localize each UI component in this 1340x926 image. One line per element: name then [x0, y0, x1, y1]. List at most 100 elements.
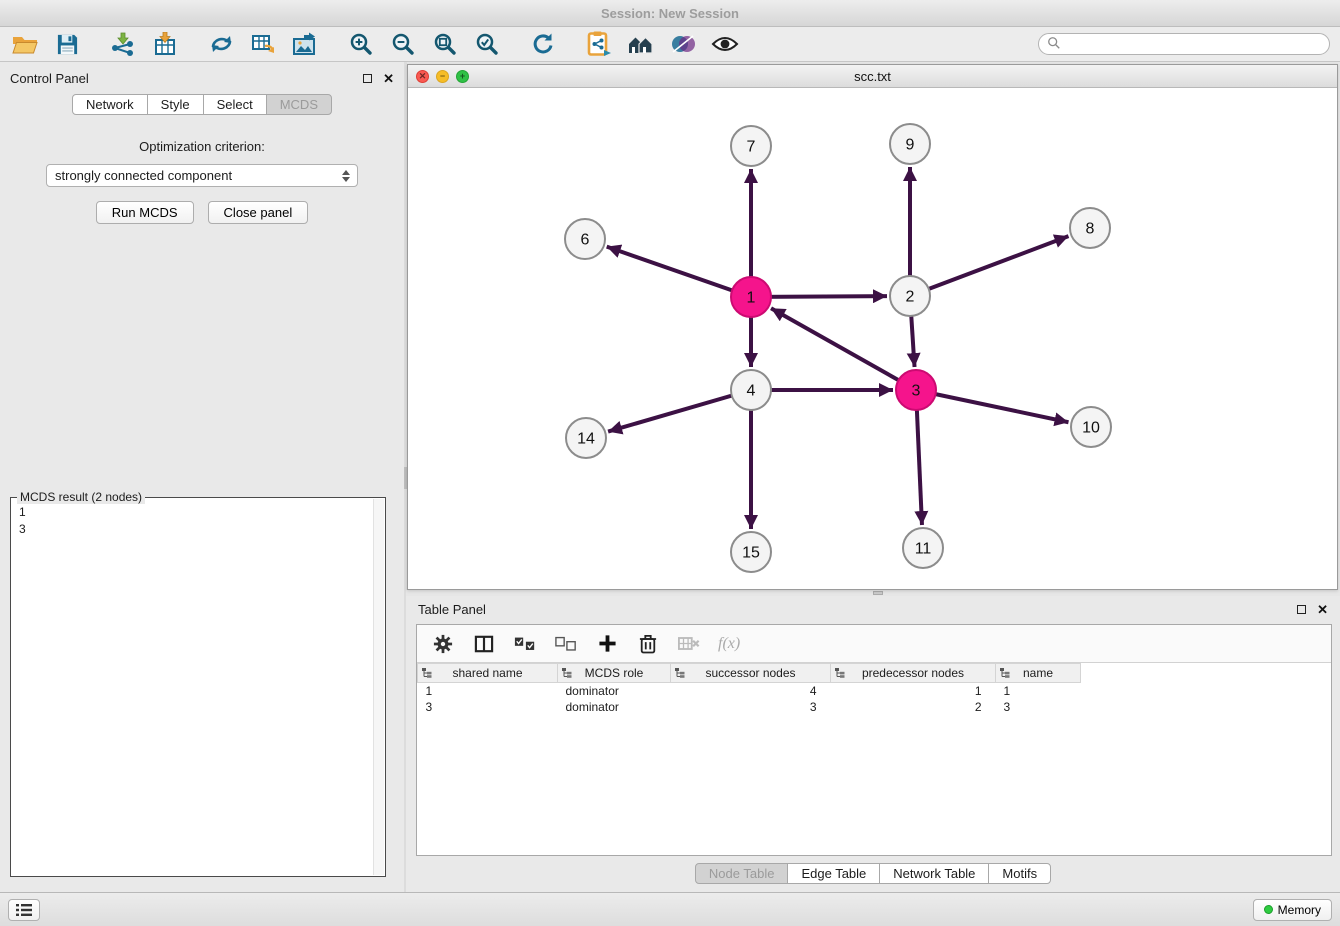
node-15[interactable]: 15 [731, 532, 771, 572]
deselect-all-icon[interactable] [554, 632, 578, 656]
home-icon[interactable] [626, 30, 656, 58]
memory-button[interactable]: Memory [1253, 899, 1332, 921]
tab-edge-table[interactable]: Edge Table [787, 863, 880, 884]
edge-4-14[interactable] [608, 390, 751, 432]
function-builder-icon[interactable]: f(x) [718, 635, 740, 653]
column-header-successor-nodes[interactable]: successor nodes [671, 664, 831, 683]
zoom-fit-icon[interactable] [430, 30, 460, 58]
mcds-result-list: 1 3 [11, 498, 385, 544]
cell-shared-name[interactable]: 3 [418, 699, 558, 715]
tab-node-table[interactable]: Node Table [695, 863, 789, 884]
open-folder-icon[interactable] [10, 30, 40, 58]
tab-style[interactable]: Style [147, 94, 204, 115]
delete-icon[interactable] [636, 632, 660, 656]
tab-mcds[interactable]: MCDS [266, 94, 332, 115]
search-icon [1047, 36, 1061, 53]
cell-successor-nodes[interactable]: 3 [671, 699, 831, 715]
minimize-window-icon[interactable]: − [436, 70, 449, 83]
style-icon[interactable] [668, 30, 698, 58]
run-mcds-button[interactable]: Run MCDS [96, 201, 194, 224]
cell-name[interactable]: 1 [996, 683, 1081, 699]
search-input[interactable] [1066, 37, 1321, 51]
task-history-button[interactable] [8, 899, 40, 921]
clipboard-icon[interactable] [584, 30, 614, 58]
result-line[interactable]: 1 [19, 504, 377, 521]
zoom-window-icon[interactable]: + [456, 70, 469, 83]
svg-text:9: 9 [906, 137, 915, 154]
node-table-container: f(x) shared name MCDS role successor nod… [416, 624, 1332, 856]
zoom-in-icon[interactable] [346, 30, 376, 58]
gear-icon[interactable] [431, 632, 455, 656]
node-14[interactable]: 14 [566, 418, 606, 458]
node-11[interactable]: 11 [903, 528, 943, 568]
import-network-icon[interactable] [108, 30, 138, 58]
edge-1-6[interactable] [607, 247, 751, 297]
result-scrollbar[interactable] [373, 499, 384, 875]
node-3[interactable]: 3 [896, 370, 936, 410]
add-column-icon[interactable] [595, 632, 619, 656]
node-6[interactable]: 6 [565, 219, 605, 259]
tab-network[interactable]: Network [72, 94, 148, 115]
control-panel-tabs: Network Style Select MCDS [0, 94, 404, 115]
node-10[interactable]: 10 [1071, 407, 1111, 447]
export-image-icon[interactable] [290, 30, 320, 58]
criterion-select[interactable]: strongly connected component [46, 164, 358, 187]
table-row[interactable]: 1 dominator 4 1 1 [418, 683, 1332, 699]
node-7[interactable]: 7 [731, 126, 771, 166]
node-9[interactable]: 9 [890, 124, 930, 164]
delete-column-icon[interactable] [677, 632, 701, 656]
close-table-panel-icon[interactable]: ✕ [1317, 603, 1328, 616]
network-window: ✕ − + scc.txt 7 9 6 8 1 2 4 3 14 10 15 11 [407, 64, 1338, 590]
node-1[interactable]: 1 [731, 277, 771, 317]
cell-mcds-role[interactable]: dominator [558, 683, 671, 699]
node-8[interactable]: 8 [1070, 208, 1110, 248]
close-panel-icon[interactable]: ✕ [383, 72, 394, 85]
refresh-icon[interactable] [528, 30, 558, 58]
cell-successor-nodes[interactable]: 4 [671, 683, 831, 699]
chevron-updown-icon [339, 170, 353, 182]
network-icon[interactable] [206, 30, 236, 58]
import-table-icon[interactable] [150, 30, 180, 58]
save-icon[interactable] [52, 30, 82, 58]
svg-text:6: 6 [581, 232, 590, 249]
network-graph[interactable]: 7 9 6 8 1 2 4 3 14 10 15 11 [408, 88, 1337, 589]
float-panel-icon[interactable] [363, 74, 372, 83]
tab-select[interactable]: Select [203, 94, 267, 115]
float-table-panel-icon[interactable] [1297, 605, 1306, 614]
tab-network-table[interactable]: Network Table [879, 863, 989, 884]
zoom-out-icon[interactable] [388, 30, 418, 58]
table-toolbar: f(x) [417, 625, 1331, 663]
zoom-selected-icon[interactable] [472, 30, 502, 58]
edge-3-1[interactable] [771, 308, 916, 390]
eye-icon[interactable] [710, 30, 740, 58]
search-box[interactable] [1038, 33, 1330, 55]
result-line[interactable]: 3 [19, 521, 377, 538]
column-header-shared-name[interactable]: shared name [418, 664, 558, 683]
cell-shared-name[interactable]: 1 [418, 683, 558, 699]
network-table-icon[interactable] [248, 30, 278, 58]
table-panel: Table Panel ✕ [406, 596, 1340, 892]
close-window-icon[interactable]: ✕ [416, 70, 429, 83]
cell-predecessor-nodes[interactable]: 2 [831, 699, 996, 715]
edge-3-10[interactable] [916, 390, 1068, 422]
column-header-predecessor-nodes[interactable]: predecessor nodes [831, 664, 996, 683]
column-header-name[interactable]: name [996, 664, 1081, 683]
cell-mcds-role[interactable]: dominator [558, 699, 671, 715]
node-2[interactable]: 2 [890, 276, 930, 316]
cell-name[interactable]: 3 [996, 699, 1081, 715]
mcds-result-title: MCDS result (2 nodes) [17, 490, 145, 504]
tab-motifs[interactable]: Motifs [988, 863, 1051, 884]
close-panel-button[interactable]: Close panel [208, 201, 309, 224]
show-columns-icon[interactable] [472, 632, 496, 656]
select-all-icon[interactable] [513, 632, 537, 656]
column-header-mcds-role[interactable]: MCDS role [558, 664, 671, 683]
table-row[interactable]: 3 dominator 3 2 3 [418, 699, 1332, 715]
sort-icon [675, 668, 685, 678]
optimization-criterion-label: Optimization criterion: [0, 139, 404, 154]
network-window-titlebar[interactable]: ✕ − + scc.txt [408, 65, 1337, 88]
cell-predecessor-nodes[interactable]: 1 [831, 683, 996, 699]
network-canvas[interactable]: 7 9 6 8 1 2 4 3 14 10 15 11 [408, 88, 1337, 589]
node-4[interactable]: 4 [731, 370, 771, 410]
sort-icon [422, 668, 432, 678]
edge-2-8[interactable] [910, 236, 1068, 296]
